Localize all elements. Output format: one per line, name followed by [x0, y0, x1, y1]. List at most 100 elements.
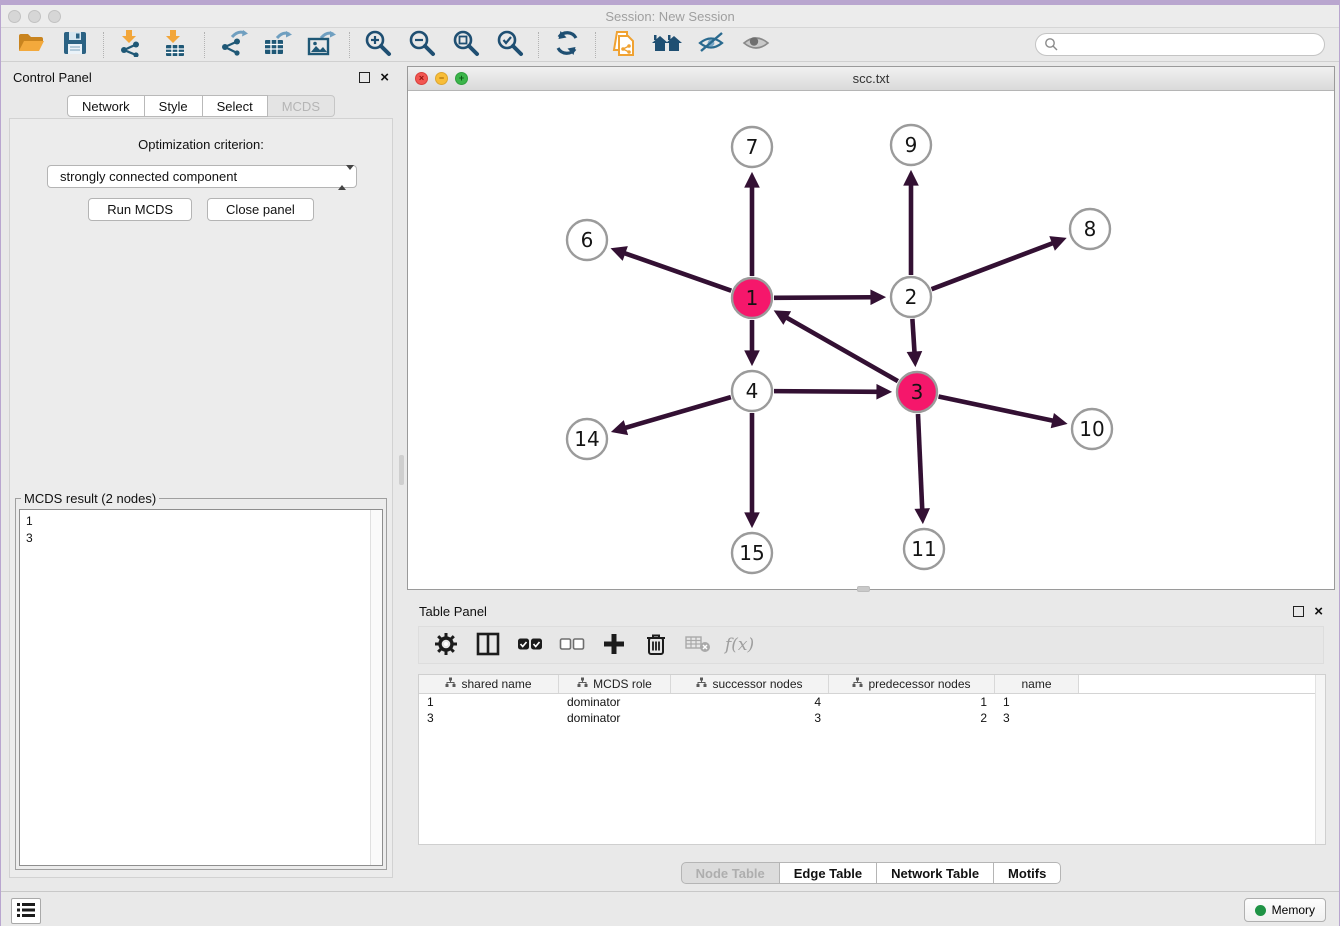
table-cell[interactable]: 4	[671, 694, 829, 710]
tab-select[interactable]: Select	[203, 95, 268, 117]
graph-edge-1-2[interactable]	[774, 297, 872, 298]
table-row[interactable]: 1dominator411	[419, 694, 1325, 710]
float-window-icon[interactable]	[359, 72, 370, 83]
hierarchy-icon	[577, 677, 588, 691]
column-header-predecessor-nodes[interactable]: predecessor nodes	[829, 675, 995, 693]
table-cell[interactable]: 3	[995, 710, 1079, 726]
float-window-icon[interactable]	[1293, 606, 1304, 617]
close-panel-icon[interactable]: ×	[1314, 606, 1323, 617]
mcds-buttons-row: Run MCDS Close panel	[10, 198, 392, 221]
table-cell[interactable]: 3	[419, 710, 559, 726]
graph-edge-1-6[interactable]	[624, 253, 731, 291]
graph-node-label-2: 2	[905, 285, 918, 309]
search-input[interactable]	[1035, 33, 1325, 56]
table-cell[interactable]: 2	[829, 710, 995, 726]
columns-icon	[476, 632, 500, 659]
table-row[interactable]: 3dominator323	[419, 710, 1325, 726]
vertical-splitter-handle[interactable]	[399, 455, 404, 485]
export-table-button[interactable]	[259, 29, 295, 61]
graph-edge-4-14[interactable]	[624, 397, 730, 428]
tab-style[interactable]: Style	[145, 95, 203, 117]
zoom-out-button[interactable]	[404, 29, 440, 61]
window-title: Session: New Session	[1, 9, 1339, 24]
show-all-button[interactable]	[738, 29, 774, 61]
search-icon	[1044, 37, 1058, 54]
memory-button[interactable]: Memory	[1244, 898, 1326, 922]
delete-table-button[interactable]	[681, 629, 715, 661]
table-cell[interactable]: 1	[995, 694, 1079, 710]
column-header-MCDS-role[interactable]: MCDS role	[559, 675, 671, 693]
save-session-button[interactable]	[57, 29, 93, 61]
table-cell[interactable]: 1	[829, 694, 995, 710]
table-cell[interactable]: dominator	[559, 710, 671, 726]
unselect-all-columns-button[interactable]	[555, 629, 589, 661]
control-panel-tabs: Network Style Select MCDS	[1, 95, 401, 117]
zoom-in-button[interactable]	[360, 29, 396, 61]
mcds-result-list[interactable]: 13	[19, 509, 383, 866]
graph-edge-2-8[interactable]	[932, 243, 1054, 289]
dropdown-stepper-icon	[338, 170, 348, 185]
mcds-result-line[interactable]: 1	[26, 513, 376, 530]
tab-mcds[interactable]: MCDS	[268, 95, 335, 117]
tab-network-table[interactable]: Network Table	[877, 862, 994, 884]
table-cell[interactable]: 1	[419, 694, 559, 710]
table-cell[interactable]: dominator	[559, 694, 671, 710]
create-column-button[interactable]	[597, 629, 631, 661]
zoom-fit-button[interactable]	[448, 29, 484, 61]
graph-edge-3-10[interactable]	[939, 397, 1054, 421]
delete-table-icon	[685, 634, 711, 657]
export-image-button[interactable]	[303, 29, 339, 61]
graph-node-label-10: 10	[1079, 417, 1104, 441]
column-header-label: MCDS role	[593, 677, 652, 691]
result-scrollbar[interactable]	[370, 510, 382, 865]
graph-edge-2-3[interactable]	[912, 319, 914, 353]
delete-column-button[interactable]	[639, 629, 673, 661]
zoom-selected-icon	[496, 29, 524, 60]
import-network-icon	[118, 29, 146, 60]
graph-node-label-8: 8	[1084, 217, 1097, 241]
import-table-button[interactable]	[158, 29, 194, 61]
export-network-button[interactable]	[215, 29, 251, 61]
run-mcds-button[interactable]: Run MCDS	[88, 198, 192, 221]
graph-edge-3-1[interactable]	[786, 317, 898, 381]
column-header-name[interactable]: name	[995, 675, 1079, 693]
show-panels-list-button[interactable]	[11, 898, 41, 924]
table-scrollbar[interactable]	[1315, 675, 1325, 844]
table-settings-button[interactable]	[429, 629, 463, 661]
close-panel-icon[interactable]: ×	[380, 72, 389, 83]
optimization-criterion-select[interactable]: strongly connected component	[47, 165, 357, 188]
tab-node-table[interactable]: Node Table	[681, 862, 780, 884]
graph-node-label-7: 7	[746, 135, 759, 159]
zoom-selected-button[interactable]	[492, 29, 528, 61]
close-panel-button[interactable]: Close panel	[207, 198, 314, 221]
graph-node-label-3: 3	[911, 380, 924, 404]
refresh-button[interactable]	[549, 29, 585, 61]
control-panel-title: Control Panel	[13, 70, 359, 85]
graph-edge-3-11[interactable]	[918, 414, 922, 510]
mcds-result-line[interactable]: 3	[26, 530, 376, 547]
column-header-shared-name[interactable]: shared name	[419, 675, 559, 693]
first-neighbors-button[interactable]	[650, 29, 686, 61]
show-column-panel-button[interactable]	[471, 629, 505, 661]
function-builder-label[interactable]: f(x)	[725, 635, 754, 655]
copy-network-button[interactable]	[606, 29, 642, 61]
import-network-button[interactable]	[114, 29, 150, 61]
tab-network[interactable]: Network	[67, 95, 145, 117]
memory-label: Memory	[1272, 903, 1315, 917]
tab-motifs[interactable]: Motifs	[994, 862, 1061, 884]
tab-edge-table[interactable]: Edge Table	[780, 862, 877, 884]
search-container	[1035, 33, 1325, 56]
column-header-successor-nodes[interactable]: successor nodes	[671, 675, 829, 693]
copy-network-icon	[611, 28, 637, 61]
graph-node-label-11: 11	[911, 537, 936, 561]
graph-edge-4-3[interactable]	[774, 391, 878, 392]
open-folder-icon	[17, 30, 45, 59]
network-canvas[interactable]: 7968124314101511	[408, 91, 1334, 588]
hide-selected-button[interactable]	[694, 29, 730, 61]
horizontal-splitter-handle[interactable]	[857, 586, 870, 592]
trash-icon	[645, 632, 667, 659]
open-session-button[interactable]	[13, 29, 49, 61]
select-all-columns-button[interactable]	[513, 629, 547, 661]
table-cell[interactable]: 3	[671, 710, 829, 726]
toolbar-separator	[349, 32, 350, 58]
